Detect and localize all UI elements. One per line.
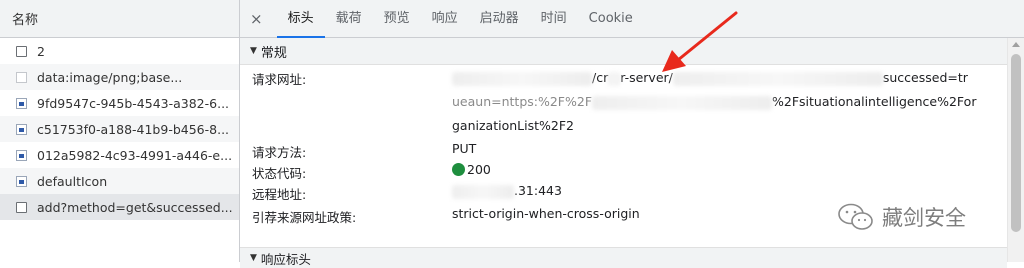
wechat-logo-icon: [838, 203, 873, 230]
general-section-header[interactable]: ▼ 常规: [240, 38, 1024, 65]
remote-address-value: .31:443: [514, 183, 562, 198]
document-icon: [16, 201, 27, 213]
redacted-region: [452, 71, 592, 86]
remote-address-label: 远程地址:: [252, 187, 307, 202]
tab-headers[interactable]: 标头: [276, 0, 325, 38]
request-item[interactable]: 012a5982-4c93-4991-a446-e...: [0, 142, 239, 168]
request-item[interactable]: data:image/png;base...: [0, 64, 239, 90]
tab-initiator[interactable]: 启动器: [469, 0, 530, 37]
redacted-region: [592, 95, 773, 110]
image-icon: [16, 123, 27, 135]
request-list-panel: 名称 2 data:image/png;base... 9fd9547c-945…: [0, 0, 240, 262]
request-url-row: 请求网址: /cr r-server/successed=tr ueaun=ntt…: [252, 65, 1024, 138]
vertical-scrollbar[interactable]: [1007, 38, 1024, 262]
remote-address-row: 远程地址: .31:443: [252, 180, 1024, 203]
image-icon: [16, 97, 27, 109]
request-url-value: /cr r-server/successed=tr ueaun=nttps:%2F…: [452, 70, 977, 133]
request-method-row: 请求方法: PUT: [252, 138, 1024, 161]
tab-cookies[interactable]: Cookie: [578, 0, 644, 37]
referrer-policy-value: strict-origin-when-cross-origin: [452, 206, 640, 221]
request-item[interactable]: c51753f0-a188-41b9-b456-8...: [0, 116, 239, 142]
response-headers-section-header[interactable]: ▼ 响应标头: [240, 247, 1007, 268]
redacted-region: [672, 71, 883, 86]
watermark: 藏剑安全: [836, 202, 966, 232]
scroll-up-arrow-icon[interactable]: [1012, 42, 1020, 47]
image-icon: [16, 175, 27, 187]
request-item[interactable]: 9fd9547c-945b-4543-a382-6...: [0, 90, 239, 116]
referrer-policy-label: 引荐来源网址政策:: [252, 210, 357, 225]
redacted-region: [452, 184, 514, 199]
redacted-region: [608, 71, 621, 86]
request-item[interactable]: defaultIcon: [0, 168, 239, 194]
request-item[interactable]: 2: [0, 38, 239, 64]
broken-image-icon: [16, 71, 27, 83]
tab-timing[interactable]: 时间: [530, 0, 578, 37]
watermark-text: 藏剑安全: [882, 206, 966, 230]
scroll-thumb[interactable]: [1011, 54, 1021, 232]
name-column-header[interactable]: 名称: [0, 0, 239, 38]
image-icon: [16, 149, 27, 161]
expand-triangle-icon: ▼: [250, 46, 257, 56]
request-url-label: 请求网址:: [252, 72, 307, 87]
status-code-label: 状态代码:: [252, 166, 307, 181]
status-code-value: 200: [467, 162, 491, 177]
document-icon: [16, 45, 27, 57]
status-code-row: 状态代码: 200: [252, 159, 1024, 182]
request-method-value: PUT: [452, 141, 477, 156]
request-method-label: 请求方法:: [252, 145, 307, 160]
tab-payload[interactable]: 载荷: [325, 0, 373, 37]
details-tab-bar: × 标头 载荷 预览 响应 启动器 时间 Cookie: [240, 0, 1024, 38]
status-ok-dot-icon: [452, 163, 465, 176]
tab-response[interactable]: 响应: [421, 0, 469, 37]
request-item-selected[interactable]: add?method=get&successed...: [0, 194, 239, 220]
close-icon[interactable]: ×: [250, 10, 263, 28]
tab-preview[interactable]: 预览: [373, 0, 421, 37]
